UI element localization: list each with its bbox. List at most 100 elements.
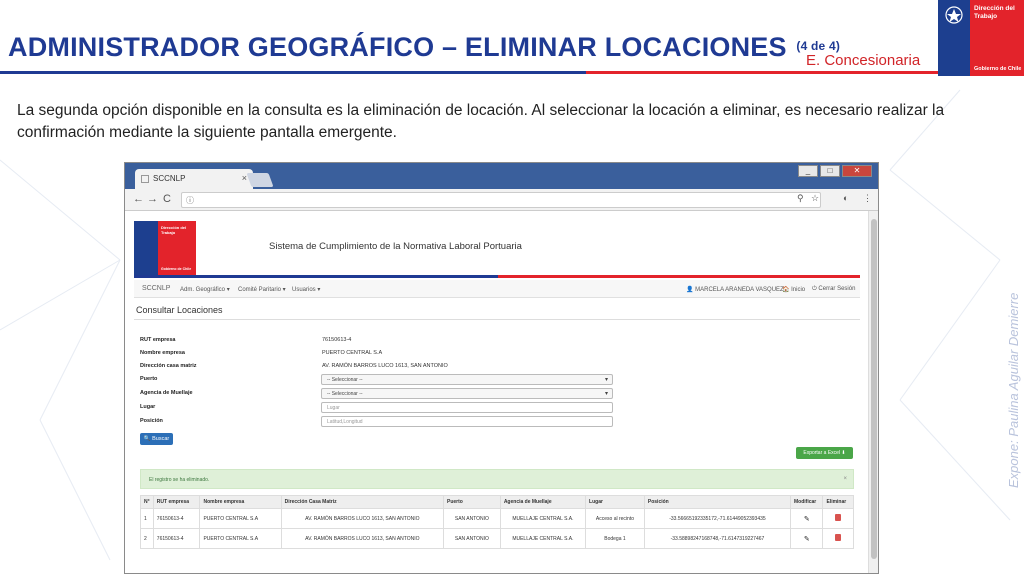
trash-icon[interactable] bbox=[835, 514, 842, 521]
crest-icon bbox=[945, 6, 963, 24]
maximize-button[interactable]: □ bbox=[820, 165, 840, 177]
menu-adm-geografico[interactable]: Adm. Geográfico ▾ bbox=[180, 286, 230, 293]
app-logo-footer: Gobierno de Chile bbox=[161, 267, 192, 271]
cell-posicion: -33.56665192335172,-71.61449052393435 bbox=[643, 508, 792, 529]
user-menu[interactable]: 👤 MARCELA ARANEDA VASQUEZ bbox=[686, 286, 784, 293]
extension-icon[interactable]: ◐ bbox=[843, 193, 848, 203]
col-posicion: Posición bbox=[643, 495, 792, 509]
home-link[interactable]: 🏠 Inicio bbox=[782, 286, 805, 293]
window-controls: _ □ ✕ bbox=[798, 165, 872, 177]
logo-line2: Trabajo bbox=[974, 13, 998, 20]
col-rut: RUT empresa bbox=[152, 495, 201, 509]
app-menubar: SCCNLP Adm. Geográfico ▾ Comité Paritari… bbox=[134, 280, 860, 298]
alert-message: El registro se ha eliminado. bbox=[149, 477, 210, 483]
col-nombre: Nombre empresa bbox=[199, 495, 282, 509]
app-logo-line2: Trabajo bbox=[161, 230, 176, 235]
rut-label: RUT empresa bbox=[140, 337, 176, 343]
title-rule-blue bbox=[0, 71, 590, 74]
close-window-button[interactable]: ✕ bbox=[842, 165, 872, 177]
cell-agencia: MUELLAJE CENTRAL S.A. bbox=[499, 528, 587, 549]
table-row: 2 76150613-4 PUERTO CENTRAL S.A AV. RAMÓ… bbox=[140, 528, 854, 549]
star-icon[interactable]: ☆ bbox=[811, 193, 819, 204]
col-lugar: Lugar bbox=[585, 495, 645, 509]
cell-agencia: MUELLAJE CENTRAL S.A. bbox=[499, 508, 587, 529]
app-logo: Dirección del Trabajo Gobierno de Chile bbox=[134, 221, 196, 275]
cell-n: 1 bbox=[140, 508, 154, 529]
search-icon[interactable]: ⚲ bbox=[797, 193, 804, 204]
app-header: Dirección del Trabajo Gobierno de Chile S… bbox=[134, 211, 860, 275]
posicion-label: Posición bbox=[140, 418, 163, 424]
new-tab-button[interactable] bbox=[246, 173, 274, 187]
edit-cell: ✎ bbox=[790, 528, 824, 549]
locations-table: N° RUT empresa Nombre empresa Dirección … bbox=[140, 495, 854, 549]
logout-link[interactable]: ⏻ Cerrar Sesión bbox=[812, 286, 855, 293]
search-button[interactable]: 🔍 Buscar bbox=[140, 433, 173, 445]
app-brand[interactable]: SCCNLP bbox=[142, 285, 170, 292]
panel-divider bbox=[134, 319, 860, 320]
table-row: 1 76150613-4 PUERTO CENTRAL S.A AV. RAMÓ… bbox=[140, 508, 854, 529]
puerto-label: Puerto bbox=[140, 376, 158, 382]
delete-cell bbox=[822, 508, 854, 529]
posicion-input[interactable]: Latitud,Longitud bbox=[321, 416, 613, 427]
pencil-icon[interactable]: ✎ bbox=[804, 516, 810, 523]
presenter-credit: Expone: Paulina Aguilar Demierre bbox=[1006, 292, 1021, 488]
agencia-select-value: -- Seleccionar -- bbox=[327, 391, 363, 397]
export-excel-button[interactable]: Exportar a Excel ⬇ bbox=[796, 447, 853, 459]
slide-title-page: (4 de 4) bbox=[796, 39, 841, 53]
agencia-label: Agencia de Muellaje bbox=[140, 390, 193, 396]
puerto-select-value: -- Seleccionar -- bbox=[327, 377, 363, 383]
direccion-value: AV. RAMÓN BARROS LUCO 1613, SAN ANTONIO bbox=[322, 363, 448, 369]
delete-cell bbox=[822, 528, 854, 549]
puerto-select[interactable]: -- Seleccionar -- ▾ bbox=[321, 374, 613, 385]
page-icon bbox=[141, 175, 149, 183]
pencil-icon[interactable]: ✎ bbox=[804, 536, 810, 543]
logo-footer: Gobierno de Chile bbox=[974, 66, 1022, 72]
chevron-down-icon: ▾ bbox=[604, 377, 608, 383]
direccion-trabajo-logo: Dirección del Trabajo Gobierno de Chile bbox=[938, 0, 1024, 76]
cell-lugar: Bodega 1 bbox=[585, 528, 645, 549]
scrollbar-thumb[interactable] bbox=[871, 219, 877, 559]
url-input[interactable]: ⓘ bbox=[181, 192, 821, 208]
reload-icon[interactable]: C bbox=[163, 193, 171, 205]
nombre-value: PUERTO CENTRAL S.A bbox=[322, 350, 383, 356]
minimize-button[interactable]: _ bbox=[798, 165, 818, 177]
col-modificar: Modificar bbox=[790, 495, 824, 509]
cell-direccion: AV. RAMÓN BARROS LUCO 1613, SAN ANTONIO bbox=[280, 528, 445, 549]
page-scrollbar[interactable] bbox=[868, 211, 878, 573]
col-direccion: Dirección Casa Matriz bbox=[280, 495, 445, 509]
col-n: N° bbox=[140, 495, 154, 509]
success-alert: El registro se ha eliminado. × bbox=[140, 469, 854, 489]
table-header-row: N° RUT empresa Nombre empresa Dirección … bbox=[140, 495, 854, 509]
chevron-down-icon: ▾ bbox=[604, 391, 608, 397]
trash-icon[interactable] bbox=[835, 534, 842, 541]
app-title: Sistema de Cumplimiento de la Normativa … bbox=[269, 241, 522, 252]
lugar-input[interactable]: Lugar bbox=[321, 402, 613, 413]
cell-posicion: -33.58898247168748,-71.6147319227467 bbox=[643, 528, 792, 549]
cell-direccion: AV. RAMÓN BARROS LUCO 1613, SAN ANTONIO bbox=[280, 508, 445, 529]
forward-icon[interactable]: → bbox=[147, 193, 158, 205]
cell-nombre: PUERTO CENTRAL S.A bbox=[199, 528, 282, 549]
menu-usuarios[interactable]: Usuarios ▾ bbox=[292, 286, 320, 293]
browser-tab[interactable]: SCCNLP × bbox=[135, 169, 253, 189]
col-agencia: Agencia de Muellaje bbox=[499, 495, 587, 509]
tab-title: SCCNLP bbox=[153, 174, 186, 183]
agencia-select[interactable]: -- Seleccionar -- ▾ bbox=[321, 388, 613, 399]
edit-cell: ✎ bbox=[790, 508, 824, 529]
app-page: Dirección del Trabajo Gobierno de Chile S… bbox=[134, 211, 860, 573]
info-icon: ⓘ bbox=[186, 196, 194, 205]
address-bar: ← → C ⓘ ⚲ ☆ ◐ ⋮ bbox=[125, 189, 878, 211]
cell-puerto: SAN ANTONIO bbox=[443, 508, 501, 529]
menu-comite-paritario[interactable]: Comité Paritario ▾ bbox=[238, 286, 286, 293]
slide-title: ADMINISTRADOR GEOGRÁFICO – ELIMINAR LOCA… bbox=[8, 32, 841, 62]
section-tag: E. Concesionaria bbox=[806, 52, 921, 69]
alert-close-icon[interactable]: × bbox=[843, 476, 847, 482]
lugar-label: Lugar bbox=[140, 404, 156, 410]
col-eliminar: Eliminar bbox=[822, 495, 854, 509]
back-icon[interactable]: ← bbox=[133, 193, 144, 205]
intro-paragraph: La segunda opción disponible en la consu… bbox=[17, 102, 945, 141]
cell-puerto: SAN ANTONIO bbox=[443, 528, 501, 549]
cell-n: 2 bbox=[140, 528, 154, 549]
rut-value: 76150613-4 bbox=[322, 337, 352, 343]
cell-rut: 76150613-4 bbox=[152, 528, 201, 549]
menu-dots-icon[interactable]: ⋮ bbox=[863, 193, 872, 204]
